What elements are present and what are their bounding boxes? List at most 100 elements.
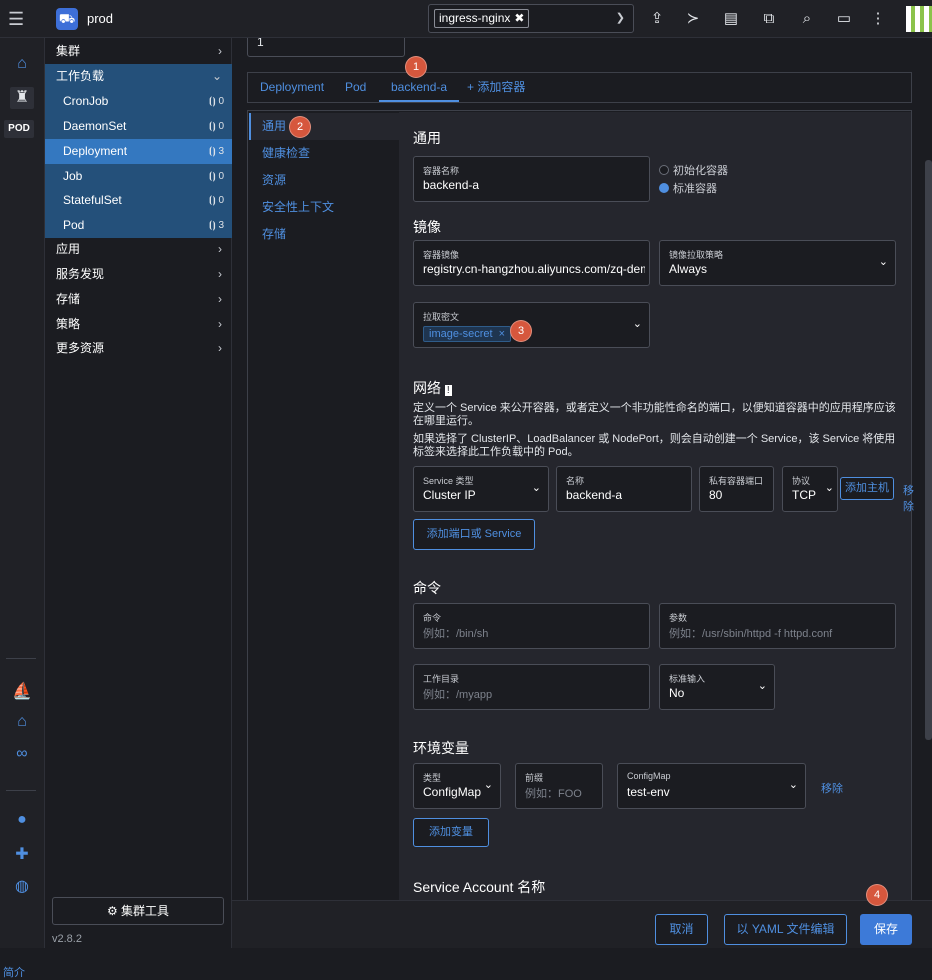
field-label: 标准输入: [669, 674, 706, 684]
add-port-button[interactable]: 添加端口或 Service: [413, 519, 535, 550]
tab-security-context[interactable]: 安全性上下文: [249, 194, 399, 221]
radio-init-container[interactable]: [659, 165, 669, 175]
tab-deployment[interactable]: Deployment: [260, 73, 324, 102]
port-name-field[interactable]: 名称 backend-a: [556, 466, 692, 512]
nav-group-workloads[interactable]: 工作负载 ⌄: [45, 64, 232, 89]
field-placeholder: 例如：/usr/sbin/httpd -f httpd.conf: [669, 628, 833, 640]
tab-general[interactable]: 通用: [249, 113, 399, 140]
extensions-puzzle-icon[interactable]: ✚: [10, 844, 34, 866]
chevron-right-icon: ›: [218, 44, 222, 58]
tab-general-label: 通用: [262, 119, 287, 133]
stdin-select[interactable]: 标准输入 No ⌄: [659, 664, 775, 710]
nav-item-pod[interactable]: Pod ⦗⦘ 3: [45, 213, 232, 238]
nav-group-more-resources[interactable]: 更多资源 ›: [45, 336, 232, 361]
nav-item-label: Pod: [63, 218, 85, 232]
edit-as-yaml-button[interactable]: 以 YAML 文件编辑: [724, 914, 847, 945]
cancel-button[interactable]: 取消: [655, 914, 708, 945]
nav-item-count: ⦗⦘ 0: [208, 96, 224, 107]
namespace-filter[interactable]: ingress-nginx ✖ ❯: [428, 4, 634, 33]
nav-group-storage[interactable]: 存储 ›: [45, 287, 232, 312]
save-button[interactable]: 保存: [860, 914, 912, 945]
form-footer: 取消 以 YAML 文件编辑 保存: [232, 900, 932, 948]
user-icon[interactable]: ●: [10, 811, 34, 833]
replicas-input[interactable]: 1: [247, 38, 405, 57]
nav-item-label: Job: [63, 169, 83, 183]
field-label: 名称: [566, 476, 585, 486]
nav-item-count: ⦗⦘ 3: [208, 220, 224, 231]
pod-cluster-badge[interactable]: POD: [4, 120, 34, 138]
nav-item-cronjob[interactable]: CronJob ⦗⦘ 0: [45, 89, 232, 114]
tab-add-container[interactable]: + 添加容器: [467, 73, 525, 102]
nav-group-cluster[interactable]: 集群 ›: [45, 39, 232, 64]
tab-pod[interactable]: Pod: [345, 73, 366, 102]
add-variable-button[interactable]: 添加变量: [413, 818, 489, 847]
namespace-tag-remove-icon[interactable]: ✖: [514, 10, 524, 27]
nav-group-label: 存储: [56, 292, 81, 306]
command-field[interactable]: 命令 例如：/bin/sh: [413, 603, 650, 649]
cluster-tools-button[interactable]: ⚙ 集群工具: [52, 897, 224, 925]
field-value: TCP: [792, 488, 816, 502]
user-avatar[interactable]: [906, 6, 932, 32]
nav-group-apps[interactable]: 应用 ›: [45, 237, 232, 262]
container-image-field[interactable]: 容器镜像 registry.cn-hangzhou.aliyuncs.com/z…: [413, 240, 650, 286]
env-prefix-field[interactable]: 前缀 例如：FOO: [515, 763, 603, 809]
container-form: 通用 容器名称 backend-a 初始化容器 标准容器 镜像 容器镜像 reg…: [399, 112, 914, 900]
link-icon[interactable]: ∞: [10, 745, 34, 767]
menu-icon[interactable]: ☰: [8, 10, 28, 28]
main-content: 1 Deployment Pod backend-a + 添加容器 1 通用 健…: [232, 38, 932, 900]
container-port-field[interactable]: 私有容器端口 80: [699, 466, 774, 512]
env-type-select[interactable]: 类型 ConfigMap ⌄: [413, 763, 501, 809]
field-placeholder: 例如：FOO: [525, 788, 582, 800]
chevron-down-icon: ⌄: [878, 256, 888, 268]
container-name-field[interactable]: 容器名称 backend-a: [413, 156, 650, 202]
kubeconfig-download-icon[interactable]: ▤: [721, 9, 741, 29]
more-vertical-icon[interactable]: ⋮: [868, 9, 888, 29]
about-link[interactable]: 简介: [3, 964, 25, 980]
chevron-down-icon[interactable]: ❯: [616, 11, 625, 24]
field-value: Cluster IP: [423, 488, 476, 502]
kubectl-shell-icon[interactable]: ≻: [683, 9, 703, 29]
globe-icon[interactable]: ◍: [10, 876, 34, 898]
workdir-field[interactable]: 工作目录 例如：/myapp: [413, 664, 650, 710]
field-label: 前缀: [525, 773, 544, 783]
protocol-select[interactable]: 协议 TCP ⌄: [782, 466, 838, 512]
import-yaml-icon[interactable]: ⇪: [647, 9, 667, 29]
tab-health-check[interactable]: 健康检查: [249, 140, 399, 167]
section-title-image: 镜像: [413, 219, 441, 235]
nav-item-job[interactable]: Job ⦗⦘ 0: [45, 164, 232, 189]
pull-policy-select[interactable]: 镜像拉取策略 Always ⌄: [659, 240, 896, 286]
remove-port-link[interactable]: 移除: [903, 482, 914, 514]
section-title-general: 通用: [413, 130, 441, 146]
nav-group-service-discovery[interactable]: 服务发现 ›: [45, 262, 232, 287]
field-value: backend-a: [566, 488, 623, 502]
content-scrollbar[interactable]: [925, 160, 932, 740]
copy-kubeconfig-icon[interactable]: ⧉: [759, 9, 779, 29]
service-type-select[interactable]: Service 类型 Cluster IP ⌄: [413, 466, 549, 512]
field-label: 协议: [792, 476, 811, 486]
search-icon[interactable]: ⌕: [797, 9, 817, 29]
apps-icon[interactable]: ⌂: [10, 713, 34, 735]
home-icon[interactable]: ⌂: [10, 55, 34, 77]
field-placeholder: 例如：/myapp: [423, 689, 493, 701]
fleet-sailboat-icon[interactable]: ⛵: [10, 681, 34, 703]
tab-storage[interactable]: 存储: [249, 221, 399, 248]
add-host-button[interactable]: 添加主机: [840, 477, 894, 500]
field-label: 容器镜像: [423, 250, 460, 260]
step-badge: 2: [289, 116, 311, 138]
nav-item-deployment[interactable]: Deployment ⦗⦘ 3: [45, 139, 232, 164]
remove-env-link[interactable]: 移除: [821, 780, 843, 796]
field-placeholder: 例如：/bin/sh: [423, 628, 489, 640]
configmap-select[interactable]: ConfigMap test-env ⌄: [617, 763, 806, 809]
remove-tag-icon[interactable]: ×: [499, 327, 505, 341]
pull-secret-select[interactable]: 拉取密文 image-secret × ⌄: [413, 302, 650, 348]
args-field[interactable]: 参数 例如：/usr/sbin/httpd -f httpd.conf: [659, 603, 896, 649]
nav-item-daemonset[interactable]: DaemonSet ⦗⦘ 0: [45, 114, 232, 139]
field-label: 镜像拉取策略: [669, 250, 724, 260]
nav-group-policy[interactable]: 策略 ›: [45, 312, 232, 337]
cluster-icon[interactable]: ♜: [10, 87, 34, 109]
nav-item-statefulset[interactable]: StatefulSet ⦗⦘ 0: [45, 188, 232, 213]
step-badge: 1: [405, 56, 427, 78]
docs-book-icon[interactable]: ▭: [834, 9, 854, 29]
tab-resources[interactable]: 资源: [249, 167, 399, 194]
radio-standard-container[interactable]: [659, 183, 669, 193]
